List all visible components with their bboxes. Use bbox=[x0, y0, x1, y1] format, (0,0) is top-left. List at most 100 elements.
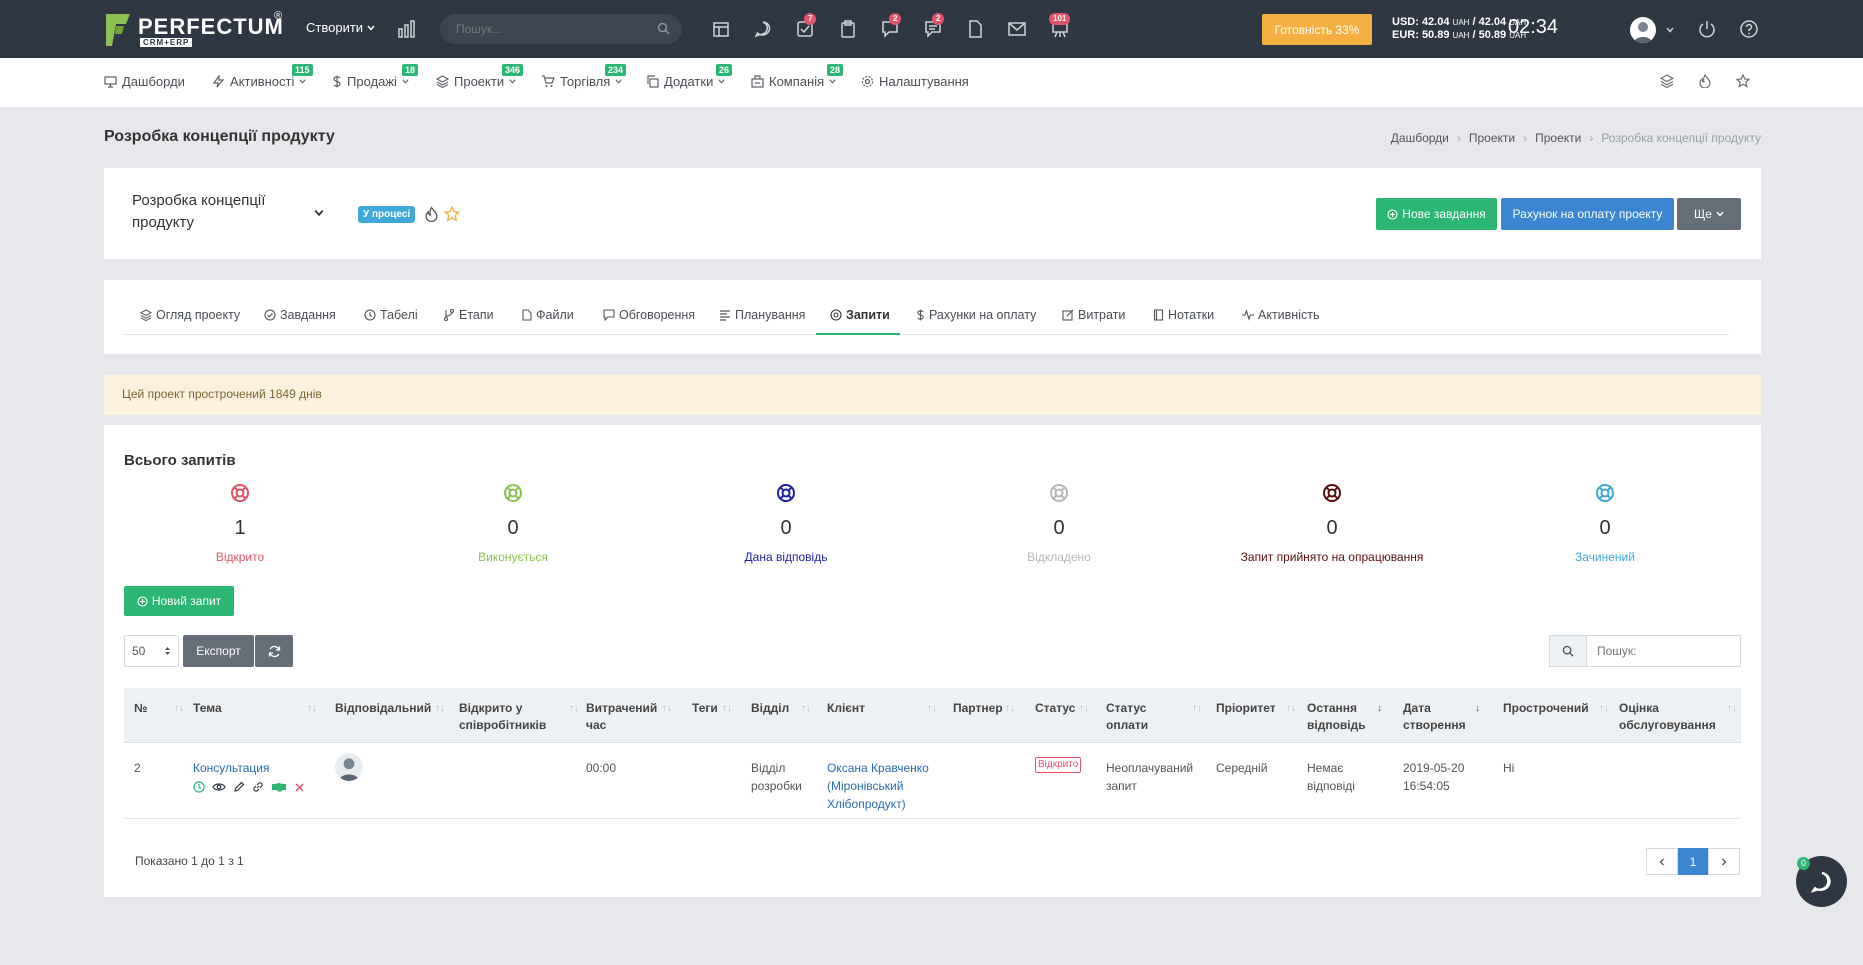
layers-icon[interactable] bbox=[1660, 74, 1674, 88]
stat-label: Запит прийнято на опрацювання bbox=[1240, 550, 1424, 564]
create-dropdown[interactable]: Створити bbox=[306, 20, 375, 35]
col-header-created[interactable]: Дата створення ↓ bbox=[1403, 700, 1480, 734]
readiness-button[interactable]: Готовність 33% bbox=[1262, 14, 1372, 45]
clipboard-icon[interactable] bbox=[839, 20, 857, 38]
col-header-service-rating[interactable]: Оцінка обслуговування ↑↓ bbox=[1619, 700, 1737, 734]
mail-icon[interactable] bbox=[1008, 20, 1026, 38]
stat-label: Зачинений bbox=[1575, 550, 1635, 564]
document-icon[interactable] bbox=[966, 20, 984, 38]
pencil-icon[interactable] bbox=[233, 781, 245, 793]
tab-activity[interactable]: Активність bbox=[1242, 308, 1319, 322]
col-header-responsible[interactable]: Відповідальний ↑↓ bbox=[335, 700, 445, 717]
fire-icon[interactable] bbox=[424, 206, 439, 222]
link-icon[interactable] bbox=[252, 781, 264, 793]
tab-project-overview[interactable]: Огляд проекту bbox=[140, 308, 240, 322]
breadcrumb-item[interactable]: Проекти bbox=[1535, 131, 1581, 145]
col-header-topic[interactable]: Тема ↑↓ bbox=[193, 700, 317, 717]
cell-client[interactable]: Оксана Кравченко (Міронівський Хлібопрод… bbox=[827, 759, 942, 813]
stat-postponed[interactable]: 0 Відкладено bbox=[959, 483, 1159, 564]
top-search[interactable] bbox=[440, 14, 682, 44]
eye-icon[interactable] bbox=[212, 781, 226, 793]
breadcrumb-item[interactable]: Дашборди bbox=[1391, 131, 1449, 145]
tab-discussions[interactable]: Обговорення bbox=[603, 308, 695, 322]
table-search-button[interactable] bbox=[1549, 635, 1587, 667]
col-header-open-at-staff[interactable]: Відкрито у співробітників ↑↓ bbox=[459, 700, 579, 734]
pagination-prev[interactable] bbox=[1646, 848, 1678, 875]
more-button[interactable]: Ще bbox=[1677, 198, 1741, 230]
breadcrumb-item[interactable]: Проекти bbox=[1469, 131, 1515, 145]
refresh-button[interactable] bbox=[255, 635, 293, 667]
nav-item-dashboards[interactable]: Дашборди bbox=[104, 74, 185, 89]
handshake-icon[interactable] bbox=[271, 781, 287, 793]
close-icon[interactable] bbox=[294, 782, 305, 793]
nav-item-label: Активності bbox=[230, 74, 295, 89]
star-icon[interactable] bbox=[444, 206, 460, 222]
nav-item-addons[interactable]: Додатки 26 bbox=[646, 64, 733, 89]
help-icon[interactable] bbox=[1740, 20, 1758, 38]
top-search-input[interactable] bbox=[440, 14, 630, 44]
pagination-next[interactable] bbox=[1708, 848, 1740, 875]
col-header-partner[interactable]: Партнер ↑↓ bbox=[953, 700, 1015, 717]
page-size-select[interactable]: 50 bbox=[124, 635, 179, 667]
clock-icon[interactable] bbox=[193, 781, 205, 793]
col-header-number[interactable]: № ↑↓ bbox=[134, 700, 184, 717]
tab-notes[interactable]: Нотатки bbox=[1153, 308, 1214, 322]
cell-topic[interactable]: Консультация bbox=[193, 759, 269, 777]
new-task-button[interactable]: Нове завдання bbox=[1376, 198, 1497, 230]
logo[interactable]: PERFECTUM ® CRM+ERP bbox=[104, 10, 284, 50]
project-invoice-button[interactable]: Рахунок на оплату проекту bbox=[1501, 198, 1674, 230]
search-icon[interactable] bbox=[657, 22, 670, 35]
nav-item-activities[interactable]: Активності 115 bbox=[212, 64, 313, 89]
col-header-status[interactable]: Статус ↑↓ bbox=[1035, 700, 1089, 717]
tab-files[interactable]: Файли bbox=[521, 308, 574, 322]
chevron-down-icon[interactable] bbox=[1666, 26, 1674, 34]
tab-label: Активність bbox=[1258, 308, 1320, 322]
nav-item-projects[interactable]: Проекти 346 bbox=[436, 64, 524, 89]
table-search-input[interactable] bbox=[1587, 635, 1741, 667]
nav-item-trade[interactable]: Торгівля 234 bbox=[541, 64, 627, 89]
col-header-overdue[interactable]: Прострочений ↑↓ bbox=[1503, 700, 1609, 717]
col-header-tags[interactable]: Теги ↑↓ bbox=[692, 700, 732, 717]
lifebuoy-icon bbox=[1050, 484, 1068, 502]
tab-tasks[interactable]: Завдання bbox=[264, 308, 336, 322]
calendar-icon[interactable] bbox=[712, 20, 730, 38]
chevron-down-icon bbox=[367, 25, 375, 31]
tab-planning[interactable]: Планування bbox=[719, 308, 805, 322]
tab-requests[interactable]: Запити bbox=[830, 308, 890, 322]
power-icon[interactable] bbox=[1698, 20, 1716, 38]
col-header-last-reply[interactable]: Остання відповідь ↓ bbox=[1307, 700, 1382, 734]
chevron-down-icon[interactable] bbox=[314, 208, 324, 218]
pagination-page[interactable]: 1 bbox=[1678, 848, 1708, 875]
stat-answered[interactable]: 0 Дана відповідь bbox=[686, 483, 886, 564]
nav-item-label: Компанія bbox=[769, 74, 825, 89]
tab-label: Запити bbox=[846, 308, 890, 322]
logo-text: PERFECTUM bbox=[138, 14, 284, 39]
stat-in-progress[interactable]: 0 Виконується bbox=[413, 483, 613, 564]
new-request-button[interactable]: Новий запит bbox=[124, 586, 234, 616]
nav-item-settings[interactable]: Налаштування bbox=[861, 74, 969, 89]
col-header-priority[interactable]: Пріоритет ↑↓ bbox=[1216, 700, 1296, 717]
nav-item-sales[interactable]: Продажі 18 bbox=[332, 64, 419, 89]
fire-icon[interactable] bbox=[1698, 74, 1712, 88]
stat-accepted[interactable]: 0 Запит прийнято на опрацювання bbox=[1232, 483, 1432, 564]
nav-badge: 234 bbox=[605, 64, 627, 76]
tab-timesheets[interactable]: Табелі bbox=[364, 308, 418, 322]
stat-closed[interactable]: 0 Зачинений bbox=[1505, 483, 1705, 564]
col-header-payment-status[interactable]: Статус оплати ↑↓ bbox=[1106, 700, 1202, 734]
tab-invoices[interactable]: Рахунки на оплату bbox=[916, 308, 1036, 322]
cell-time-spent: 00:00 bbox=[586, 761, 617, 775]
tab-milestones[interactable]: Етапи bbox=[443, 308, 494, 322]
chat-bubble-icon[interactable] bbox=[754, 20, 772, 38]
export-button[interactable]: Експорт bbox=[183, 635, 254, 667]
star-icon[interactable] bbox=[1736, 74, 1750, 88]
col-header-client[interactable]: Клієнт ↑↓ bbox=[827, 700, 937, 717]
nav-item-company[interactable]: Компанія 28 bbox=[751, 64, 844, 89]
col-header-time-spent[interactable]: Витрачений час ↑↓ bbox=[586, 700, 672, 734]
col-header-department[interactable]: Відділ ↑↓ bbox=[751, 700, 811, 717]
stat-open[interactable]: 1 Відкрито bbox=[140, 483, 340, 564]
avatar[interactable] bbox=[335, 753, 363, 781]
bar-chart-icon[interactable] bbox=[398, 20, 416, 38]
tab-expenses[interactable]: Витрати bbox=[1062, 308, 1125, 322]
page-title: Розробка концепції продукту bbox=[104, 128, 335, 145]
user-avatar[interactable] bbox=[1630, 17, 1656, 43]
